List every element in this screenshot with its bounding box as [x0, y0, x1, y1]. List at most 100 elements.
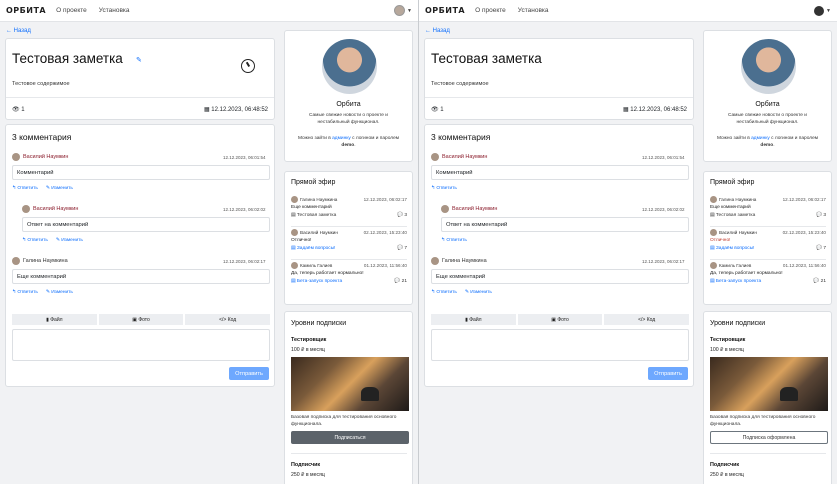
user-menu-button[interactable]: ▼	[394, 5, 412, 16]
avatar	[710, 229, 717, 236]
profile-name: Орбита	[755, 101, 780, 108]
comment-text: Ответ на комментарий	[441, 217, 689, 232]
file-button[interactable]: ▮ Файл	[12, 314, 97, 325]
profile-login-hint: Можно зайти в админку с логином и пароле…	[297, 136, 400, 148]
navbar: ОРБИТА О проекте Установка ▼	[419, 0, 837, 22]
user-icon	[814, 5, 825, 16]
note-card: Тестовая заметка Тестовое содержимое 👁 1…	[424, 38, 694, 120]
comments-heading: 3 комментария	[431, 132, 491, 142]
profile-card: Орбита Самые свежие новости о проекте и …	[703, 30, 832, 162]
profile-card: Орбита Самые свежие новости о проекте и …	[284, 30, 413, 162]
nav-link-about[interactable]: О проекте	[56, 7, 87, 14]
view-count: 1	[440, 106, 444, 113]
comment-author[interactable]: Василий Наумкин	[452, 206, 497, 212]
edit-icon[interactable]: ✎	[136, 56, 142, 64]
tier-price: 100 ₽ в месяц	[291, 347, 325, 353]
logo[interactable]: ОРБИТА	[6, 6, 46, 15]
page-title: Тестовая заметка	[12, 51, 123, 66]
avatar	[22, 205, 30, 213]
list-item[interactable]: Галина Наумкина 12.12.2023, 06:02:17 Еще …	[291, 196, 407, 227]
reply-link[interactable]: ↰ Ответить	[431, 290, 457, 295]
edit-link[interactable]: ✎ Изменить	[465, 290, 492, 295]
avatar	[12, 257, 20, 265]
comment-date: 12.12.2023, 06:02:17	[642, 259, 685, 264]
note-footer: 👁 1 ▦ 12.12.2023, 06:48:52	[425, 97, 693, 121]
user-menu-button[interactable]: ▼	[814, 5, 831, 16]
avatar	[291, 229, 298, 236]
nav-link-about[interactable]: О проекте	[475, 7, 506, 14]
edit-link[interactable]: ✎ Изменить	[46, 290, 73, 295]
logo[interactable]: ОРБИТА	[425, 6, 465, 15]
avatar	[394, 5, 406, 16]
reply-link[interactable]: ↰ Ответить	[12, 290, 38, 295]
comment-input[interactable]	[431, 329, 689, 361]
send-button[interactable]: Отправить	[229, 367, 269, 380]
code-button[interactable]: </> Код	[185, 314, 271, 325]
tier-price: 100 ₽ в месяц	[710, 347, 744, 353]
comment-date: 12.12.2023, 06:01:54	[223, 155, 266, 160]
nav-link-install[interactable]: Установка	[518, 7, 549, 14]
subscribe-button[interactable]: Подписаться	[291, 431, 409, 444]
tier-image	[710, 357, 828, 411]
list-item[interactable]: Камиль Галиев 01.12.2023, 11:56:40 Да, те…	[291, 262, 407, 293]
comment-date: 12.12.2023, 06:02:17	[223, 259, 266, 264]
comment-date: 12.12.2023, 06:02:02	[223, 207, 266, 212]
timer-icon	[241, 59, 255, 73]
tier-description: Базовая подписка для тестирования основн…	[291, 415, 397, 427]
reply-link[interactable]: ↰ Ответить	[431, 186, 457, 191]
file-button[interactable]: ▮ Файл	[431, 314, 516, 325]
comment-input[interactable]	[12, 329, 270, 361]
nav-link-install[interactable]: Установка	[99, 7, 130, 14]
subscribed-button[interactable]: Подписка оформлена	[710, 431, 828, 444]
back-link[interactable]: ← Назад	[425, 28, 450, 34]
photo-button[interactable]: ▣ Фото	[98, 314, 184, 325]
reply-link[interactable]: ↰ Ответить	[22, 238, 48, 243]
note-footer: 👁 1 ▦ 12.12.2023, 06:48:52	[6, 97, 274, 121]
list-item[interactable]: Камиль Галиев 01.12.2023, 11:56:40 Да, те…	[710, 262, 826, 293]
back-link[interactable]: ← Назад	[6, 28, 31, 34]
note-body: Тестовое содержимое	[431, 81, 489, 87]
comments-card: 3 комментария Василий Наумкин 12.12.2023…	[424, 124, 694, 387]
profile-description: Самые свежие новости о проекте и нестаби…	[309, 113, 388, 125]
live-feed-card: Прямой эфир Галина Наумкина 12.12.2023, 0…	[703, 171, 832, 305]
comment-actions: ↰ Ответить	[431, 186, 457, 191]
list-item[interactable]: Галина Наумкина 12.12.2023, 06:02:17 Еще …	[710, 196, 826, 227]
reply-link[interactable]: ↰ Ответить	[441, 238, 467, 243]
comment-header: Василий Наумкин	[431, 153, 487, 161]
edit-link[interactable]: ✎ Изменить	[56, 238, 83, 243]
comment-actions: ↰ Ответить	[441, 238, 467, 243]
page-title: Тестовая заметка	[431, 51, 542, 66]
code-button[interactable]: </> Код	[604, 314, 690, 325]
comments-heading: 3 комментария	[12, 132, 72, 142]
tier-name: Подписчик	[710, 462, 740, 468]
profile-description: Самые свежие новости о проекте и нестаби…	[728, 113, 807, 125]
comment-author[interactable]: Василий Наумкин	[23, 154, 68, 160]
send-button[interactable]: Отправить	[648, 367, 688, 380]
avatar	[431, 153, 439, 161]
comment-text: Ответ на комментарий	[22, 217, 270, 232]
comments-card: 3 комментария Василий Наумкин 12.12.2023…	[5, 124, 275, 387]
profile-avatar	[741, 39, 796, 94]
comments-icon: 💬	[394, 279, 402, 284]
comment-author[interactable]: Галина Наумкина	[23, 258, 68, 264]
edit-link[interactable]: ✎ Изменить	[46, 186, 73, 191]
comment-header: Галина Наумкина	[431, 257, 487, 265]
comment-actions: ↰ Ответить ✎ Изменить	[431, 290, 492, 295]
profile-avatar	[322, 39, 377, 94]
comment-actions: ↰ Ответить ✎ Изменить	[22, 238, 83, 243]
photo-button[interactable]: ▣ Фото	[517, 314, 603, 325]
comment-author[interactable]: Василий Наумкин	[33, 206, 78, 212]
page-after: ОРБИТА О проекте Установка ▼ ← Назад Тес…	[419, 0, 837, 484]
editor-toolbar: ▮ Файл ▣ Фото </> Код	[431, 314, 690, 325]
list-item[interactable]: Василий Наумкин 02.12.2023, 15:23:40 Отли…	[291, 229, 407, 260]
calendar-icon: ▦	[203, 107, 212, 113]
comment-author[interactable]: Галина Наумкина	[442, 258, 487, 264]
comment-date: 12.12.2023, 06:01:54	[642, 155, 685, 160]
reply-link[interactable]: ↰ Ответить	[12, 186, 38, 191]
comment-author[interactable]: Василий Наумкин	[442, 154, 487, 160]
page-before: ОРБИТА О проекте Установка ▼ ← Назад Тес…	[0, 0, 418, 484]
admin-link[interactable]: админку	[332, 136, 351, 141]
comment-header: Галина Наумкина	[12, 257, 68, 265]
admin-link[interactable]: админку	[751, 136, 770, 141]
list-item[interactable]: Василий Наумкин 02.12.2023, 15:23:40 Отли…	[710, 229, 826, 260]
